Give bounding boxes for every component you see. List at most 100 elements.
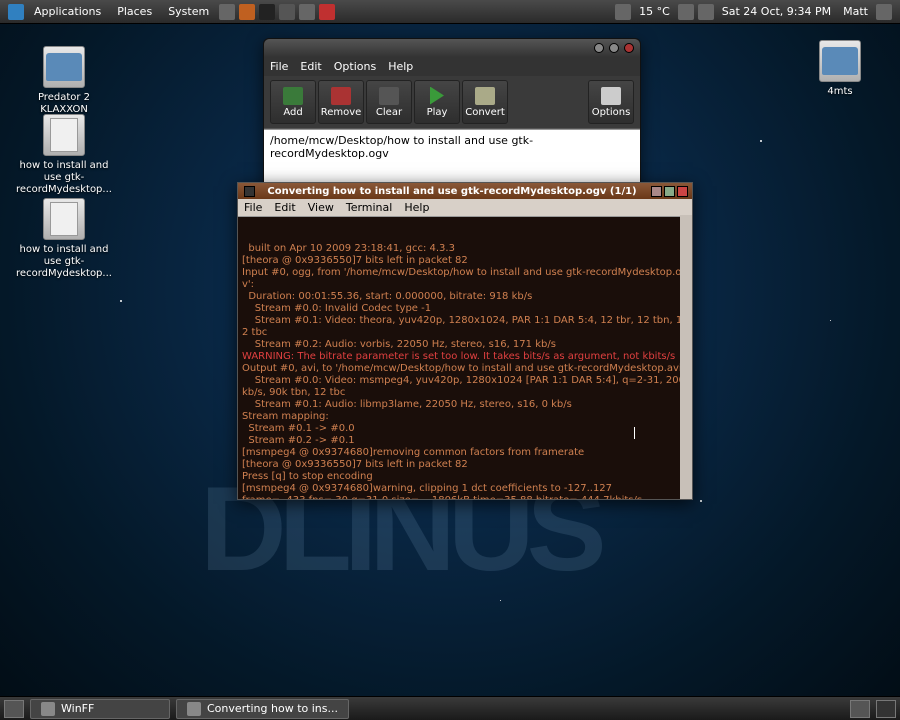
desktop-icon-howto1[interactable]: how to install and use gtk-recordMydeskt… <box>14 114 114 196</box>
options-button[interactable]: Options <box>588 80 634 124</box>
terminal-line: Stream mapping: <box>242 411 688 423</box>
app-icon <box>41 702 55 716</box>
add-button[interactable]: Add <box>270 80 316 124</box>
terminal-line: Stream #0.0: Invalid Codec type -1 <box>242 303 688 315</box>
minus-icon <box>331 87 351 105</box>
top-panel: Applications Places System 15 °C Sat 24 … <box>0 0 900 24</box>
winff-window: File Edit Options Help Add Remove Clear … <box>263 38 641 194</box>
workspace-switcher[interactable] <box>850 700 870 718</box>
terminal-title: Converting how to install and use gtk-re… <box>255 186 649 197</box>
launcher-icon-1[interactable] <box>219 4 235 20</box>
desktop-icon-predator[interactable]: Predator 2 KLAXXON <box>14 46 114 116</box>
desktop-icon-4mts[interactable]: 4mts <box>790 40 890 98</box>
file-menu[interactable]: File <box>270 60 288 73</box>
terminal-line: Stream #0.1: Video: theora, yuv420p, 128… <box>242 315 688 339</box>
weather-temp[interactable]: 15 °C <box>633 5 676 18</box>
star <box>500 600 501 601</box>
task-label: Converting how to ins... <box>207 702 338 715</box>
close-button[interactable] <box>624 43 634 53</box>
options-label: Options <box>592 107 631 118</box>
winff-menubar: File Edit Options Help <box>264 57 640 76</box>
minimize-button[interactable] <box>651 186 662 197</box>
file-menu[interactable]: File <box>244 201 262 214</box>
edit-menu[interactable]: Edit <box>274 201 295 214</box>
trash-icon[interactable] <box>876 700 896 718</box>
show-desktop-button[interactable] <box>4 700 24 718</box>
edit-menu[interactable]: Edit <box>300 60 321 73</box>
star <box>700 500 702 502</box>
terminal-line: Duration: 00:01:55.36, start: 0.000000, … <box>242 291 688 303</box>
add-label: Add <box>283 107 302 118</box>
view-menu[interactable]: View <box>308 201 334 214</box>
maximize-button[interactable] <box>609 43 619 53</box>
tray-icon-1[interactable] <box>615 4 631 20</box>
help-menu[interactable]: Help <box>388 60 413 73</box>
play-button[interactable]: Play <box>414 80 460 124</box>
terminal-output[interactable]: built on Apr 10 2009 23:18:41, gcc: 4.3.… <box>238 217 692 499</box>
terminal-icon[interactable] <box>259 4 275 20</box>
desktop-icon-howto2[interactable]: how to install and use gtk-recordMydeskt… <box>14 198 114 280</box>
tray-icon-2[interactable] <box>678 4 694 20</box>
desktop-icon-label: 4mts <box>790 86 890 98</box>
volume-icon[interactable] <box>698 4 714 20</box>
record-icon[interactable] <box>319 4 335 20</box>
convert-label: Convert <box>465 107 505 118</box>
convert-icon <box>475 87 495 105</box>
terminal-line: [msmpeg4 @ 0x9374680]warning, clipping 1… <box>242 483 688 495</box>
close-button[interactable] <box>677 186 688 197</box>
launcher-icon-5[interactable] <box>299 4 315 20</box>
places-menu[interactable]: Places <box>109 5 160 18</box>
minimize-button[interactable] <box>594 43 604 53</box>
terminal-line: Stream #0.2 -> #0.1 <box>242 435 688 447</box>
document-icon <box>43 198 85 240</box>
options-menu[interactable]: Options <box>334 60 376 73</box>
firefox-icon[interactable] <box>239 4 255 20</box>
star <box>120 300 122 302</box>
clear-icon <box>379 87 399 105</box>
clear-button[interactable]: Clear <box>366 80 412 124</box>
user-menu[interactable]: Matt <box>837 5 874 18</box>
terminal-line: [theora @ 0x9336550]7 bits left in packe… <box>242 255 688 267</box>
play-icon <box>427 87 447 105</box>
maximize-button[interactable] <box>664 186 675 197</box>
convert-button[interactable]: Convert <box>462 80 508 124</box>
terminal-line: Press [q] to stop encoding <box>242 471 688 483</box>
folder-icon <box>819 40 861 82</box>
help-menu[interactable]: Help <box>404 201 429 214</box>
file-entry[interactable]: /home/mcw/Desktop/how to install and use… <box>270 134 634 160</box>
clock[interactable]: Sat 24 Oct, 9:34 PM <box>716 5 837 18</box>
terminal-menubar: File Edit View Terminal Help <box>238 199 692 217</box>
desktop-icon-label: Predator 2 KLAXXON <box>14 92 114 116</box>
desktop-icon-label: how to install and use gtk-recordMydeskt… <box>14 160 114 196</box>
window-menu-icon[interactable] <box>244 186 255 197</box>
shutdown-icon[interactable] <box>876 4 892 20</box>
terminal-line: frame= 433 fps= 30 q=31.0 size= 1806kB t… <box>242 495 688 499</box>
terminal-line: [msmpeg4 @ 0x9374680]removing common fac… <box>242 447 688 459</box>
bottom-panel: WinFF Converting how to ins... <box>0 696 900 720</box>
clear-label: Clear <box>376 107 402 118</box>
text-cursor <box>634 427 635 439</box>
terminal-menu[interactable]: Terminal <box>346 201 393 214</box>
star <box>760 140 762 142</box>
plus-icon <box>283 87 303 105</box>
search-icon[interactable] <box>279 4 295 20</box>
applications-menu[interactable]: Applications <box>26 5 109 18</box>
scrollbar[interactable] <box>680 215 692 499</box>
star <box>830 320 831 321</box>
taskbar-item-winff[interactable]: WinFF <box>30 699 170 719</box>
desktop-icon-label: how to install and use gtk-recordMydeskt… <box>14 244 114 280</box>
terminal-line: Stream #0.1 -> #0.0 <box>242 423 688 435</box>
remove-label: Remove <box>321 107 362 118</box>
winff-titlebar[interactable] <box>264 39 640 57</box>
play-label: Play <box>427 107 448 118</box>
terminal-line: Output #0, avi, to '/home/mcw/Desktop/ho… <box>242 363 688 375</box>
start-icon[interactable] <box>8 4 24 20</box>
remove-button[interactable]: Remove <box>318 80 364 124</box>
taskbar-item-terminal[interactable]: Converting how to ins... <box>176 699 349 719</box>
system-menu[interactable]: System <box>160 5 217 18</box>
task-label: WinFF <box>61 702 94 715</box>
folder-icon <box>43 46 85 88</box>
terminal-line: [theora @ 0x9336550]7 bits left in packe… <box>242 459 688 471</box>
terminal-titlebar[interactable]: Converting how to install and use gtk-re… <box>238 183 692 199</box>
document-icon <box>43 114 85 156</box>
